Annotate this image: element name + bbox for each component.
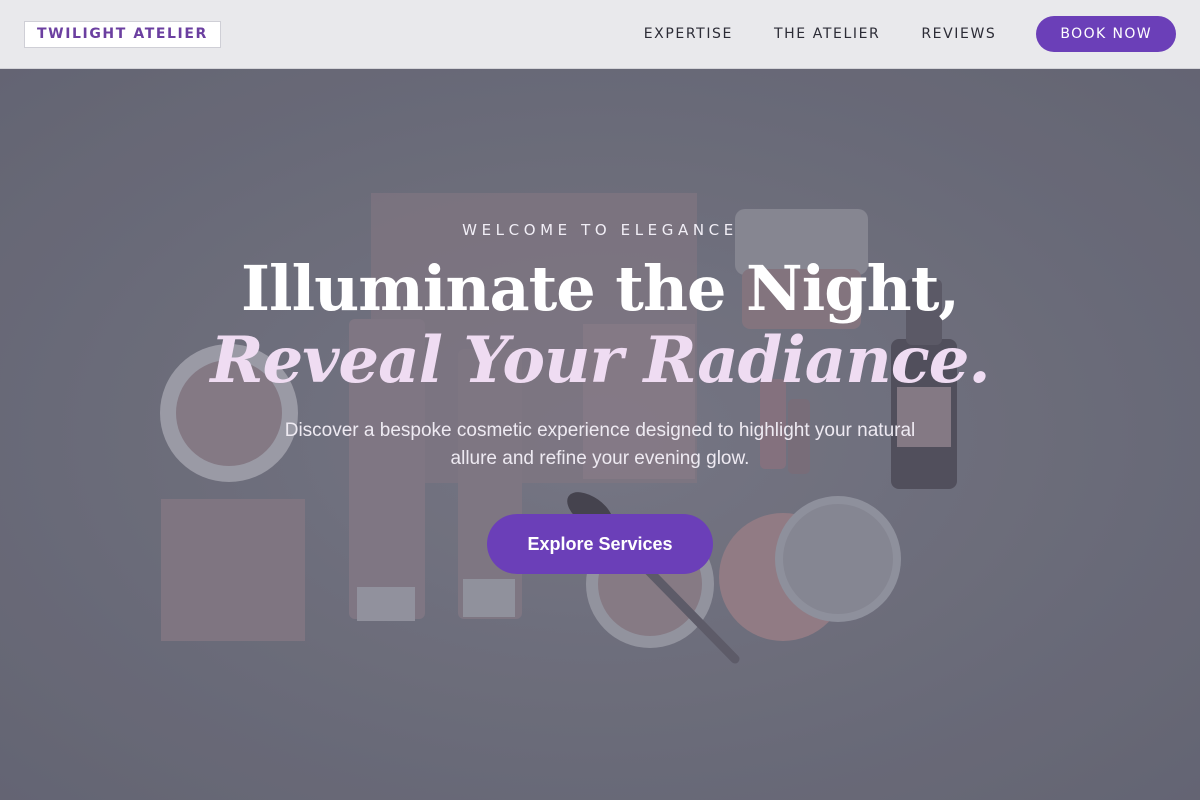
hero-headline-line2: Reveal Your Radiance. (210, 323, 990, 398)
brand-logo[interactable]: TWILIGHT ATELIER (24, 20, 221, 48)
site-header: TWILIGHT ATELIER EXPERTISE THE ATELIER R… (0, 0, 1200, 69)
hero-section: WELCOME TO ELEGANCE Illuminate the Night… (0, 69, 1200, 800)
hero-content: WELCOME TO ELEGANCE Illuminate the Night… (0, 69, 1200, 800)
hero-subtext: Discover a bespoke cosmetic experience d… (284, 420, 916, 469)
nav-link-reviews[interactable]: REVIEWS (921, 26, 996, 42)
book-now-button[interactable]: BOOK NOW (1036, 16, 1176, 52)
main-nav: EXPERTISE THE ATELIER REVIEWS BOOK NOW (603, 16, 1176, 52)
nav-link-the-atelier[interactable]: THE ATELIER (774, 26, 880, 42)
explore-services-button[interactable]: Explore Services (487, 514, 713, 574)
hero-eyebrow: WELCOME TO ELEGANCE (462, 221, 738, 239)
hero-headline-line1: Illuminate the Night, (241, 252, 960, 325)
nav-link-expertise[interactable]: EXPERTISE (644, 26, 733, 42)
brand-logo-text: TWILIGHT ATELIER (37, 26, 208, 42)
